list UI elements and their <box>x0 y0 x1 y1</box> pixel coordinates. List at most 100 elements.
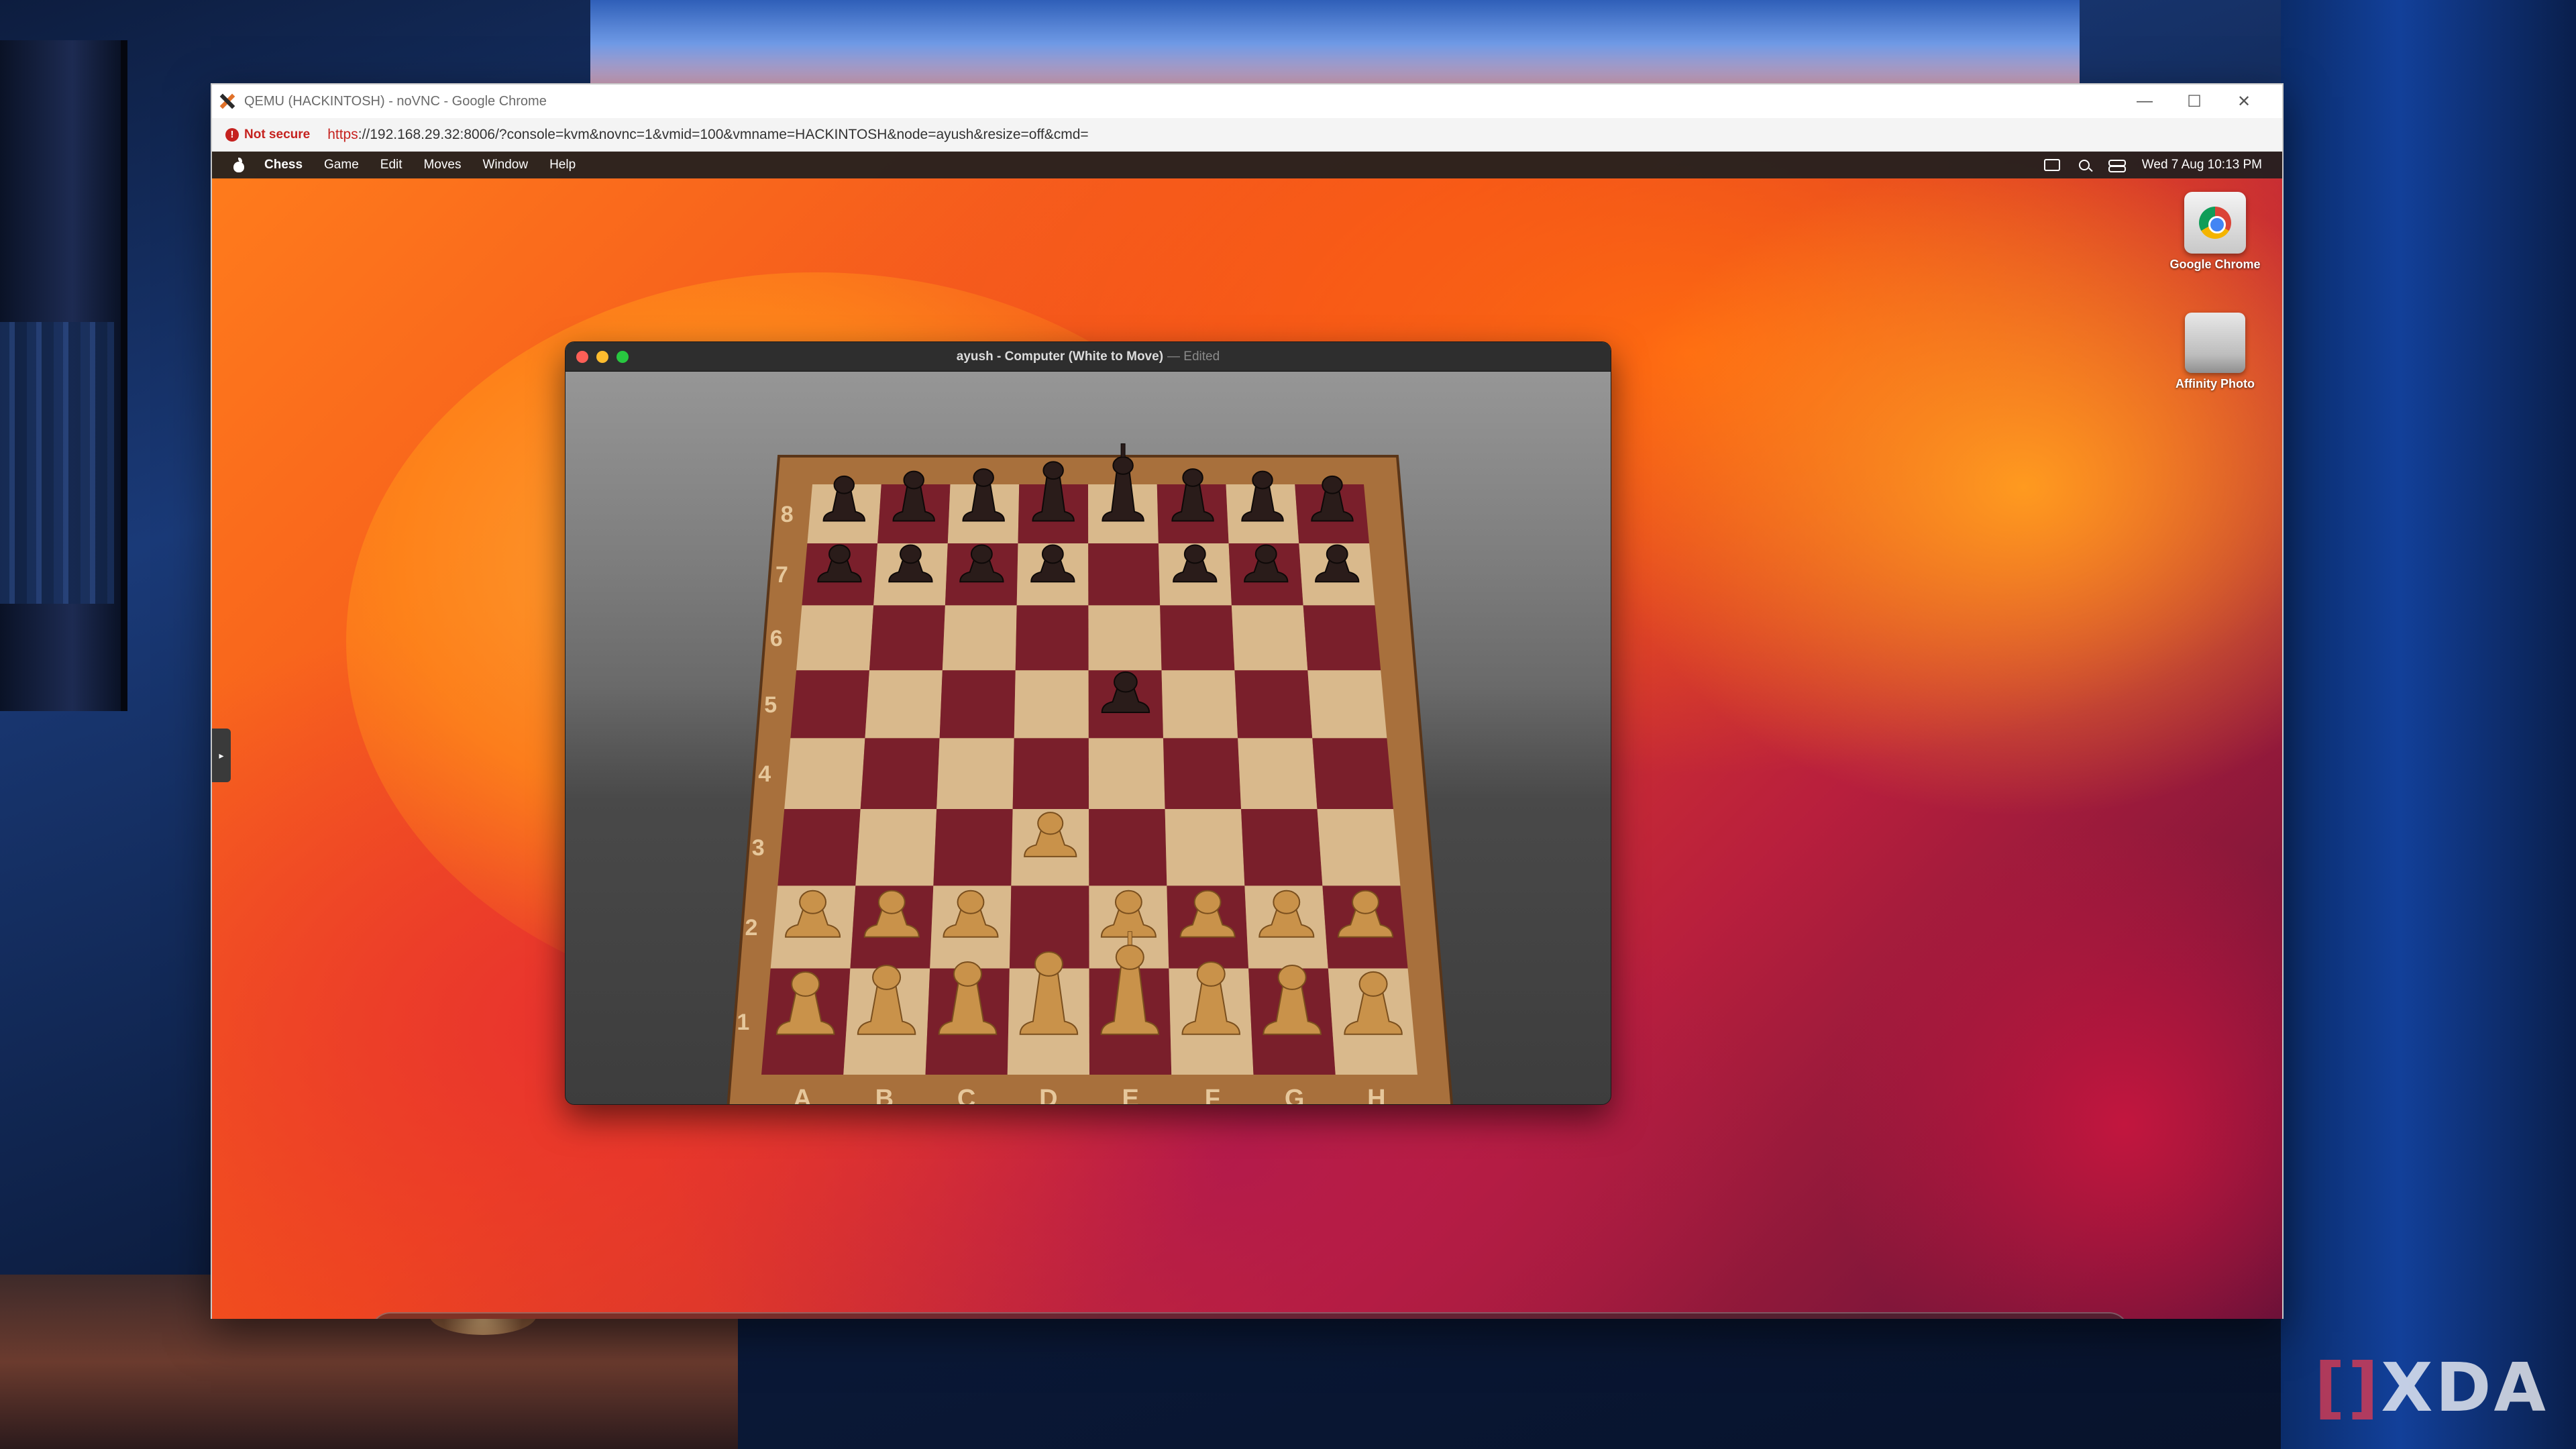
hard-drive-icon <box>2185 313 2245 373</box>
white-pawn-head <box>1114 890 1142 914</box>
board-square <box>1163 738 1242 809</box>
board-square <box>1089 809 1167 886</box>
apple-icon[interactable] <box>232 158 246 172</box>
url-rest: ://192.168.29.32:8006/?console=kvm&novnc… <box>358 126 1089 142</box>
control-center-icon[interactable] <box>2108 160 2126 172</box>
board-square <box>796 605 874 671</box>
url-text[interactable]: https://192.168.29.32:8006/?console=kvm&… <box>327 127 1089 143</box>
desktop-icon-label: Google Chrome <box>2169 258 2261 271</box>
security-indicator[interactable]: ! Not secure <box>225 127 310 142</box>
menu-moves[interactable]: Moves <box>424 158 462 172</box>
desktop-icon-google-chrome[interactable]: Google Chrome <box>2161 192 2269 272</box>
edited-indicator: — Edited <box>1167 349 1220 364</box>
black-bishop-head <box>1182 468 1203 487</box>
board-square <box>855 809 937 886</box>
file-label: D <box>1039 1085 1057 1105</box>
vnc-screen[interactable]: ▸ Chess Game Edit Moves Window Help Wed … <box>212 152 2282 1319</box>
close-window-button[interactable] <box>576 351 588 363</box>
background-sky <box>590 0 2080 87</box>
board-square <box>1238 738 1318 809</box>
board-square <box>1014 670 1089 739</box>
desktop-icon-label: Affinity Photo <box>2176 377 2255 390</box>
white-king-head <box>1115 944 1144 970</box>
file-label: A <box>793 1085 811 1105</box>
watermark-text: XDA <box>2381 1348 2548 1427</box>
menu-app-chess[interactable]: Chess <box>264 158 303 172</box>
board-square <box>860 738 940 809</box>
chrome-window: QEMU (HACKINTOSH) - noVNC - Google Chrom… <box>211 83 2284 1319</box>
menu-window[interactable]: Window <box>483 158 529 172</box>
rank-label: 4 <box>758 761 771 787</box>
spotlight-icon[interactable] <box>2078 160 2090 170</box>
file-label: H <box>1367 1085 1385 1105</box>
white-pawn-head <box>1352 890 1379 914</box>
black-pawn-head <box>970 544 993 564</box>
board-square <box>1088 605 1162 671</box>
menu-game[interactable]: Game <box>324 158 359 172</box>
black-knight-head <box>903 470 924 490</box>
mac-menubar: Chess Game Edit Moves Window Help Wed 7 … <box>212 152 2282 178</box>
black-pawn-head <box>1183 544 1206 564</box>
king-cross <box>1127 931 1132 946</box>
board-square <box>777 809 861 886</box>
board-square <box>1312 738 1393 809</box>
file-label: C <box>957 1085 975 1105</box>
chess-window: ayush - Computer (White to Move) — Edite… <box>565 341 1611 1105</box>
chrome-logo-icon <box>2199 207 2231 239</box>
zoom-window-button[interactable] <box>616 351 629 363</box>
minimize-window-button[interactable] <box>596 351 608 363</box>
board-square <box>1234 670 1313 739</box>
menu-edit[interactable]: Edit <box>380 158 402 172</box>
desktop-icon-affinity-photo[interactable]: Affinity Photo <box>2161 313 2269 391</box>
menu-help[interactable]: Help <box>549 158 576 172</box>
file-label: F <box>1205 1085 1220 1105</box>
rank-label: 5 <box>764 692 777 718</box>
white-knight-head <box>1277 964 1307 990</box>
board-square <box>942 605 1017 671</box>
rank-label: 1 <box>737 1010 749 1035</box>
chrome-titlebar: QEMU (HACKINTOSH) - noVNC - Google Chrom… <box>212 85 2282 118</box>
background-city <box>0 322 114 604</box>
board-square <box>1012 738 1089 809</box>
chess-titlebar[interactable]: ayush - Computer (White to Move) — Edite… <box>566 342 1611 372</box>
window-controls: — ☐ ✕ <box>2120 85 2269 118</box>
rank-label: 6 <box>770 626 783 651</box>
minimize-button[interactable]: — <box>2120 85 2169 118</box>
rank-label: 8 <box>781 502 794 527</box>
white-pawn-head <box>1037 812 1064 835</box>
white-knight-head <box>872 964 902 990</box>
qemu-icon <box>217 91 237 111</box>
maximize-button[interactable]: ☐ <box>2169 85 2219 118</box>
rank-label: 7 <box>775 562 788 588</box>
close-button[interactable]: ✕ <box>2219 85 2269 118</box>
warning-icon: ! <box>225 127 239 142</box>
white-rook-head <box>791 971 820 997</box>
url-scheme: https <box>327 126 358 142</box>
chrome-drive-icon <box>2184 192 2246 254</box>
white-bishop-head <box>953 961 983 987</box>
board-square <box>939 670 1016 739</box>
black-knight-head <box>1252 470 1273 490</box>
board-square <box>936 738 1014 809</box>
white-pawn-head <box>957 890 985 914</box>
chess-board[interactable]: A B C D E F G H 8 7 6 5 4 3 2 1 <box>566 372 1611 1105</box>
board-square <box>1317 809 1401 886</box>
black-pawn-head <box>1254 544 1277 564</box>
board-square <box>933 809 1013 886</box>
chess-board-area[interactable]: A B C D E F G H 8 7 6 5 4 3 2 1 <box>566 372 1611 1105</box>
black-pawn-head <box>828 544 851 564</box>
board-square <box>1088 738 1165 809</box>
black-king-head <box>1112 456 1134 475</box>
wallpaper-swirl-secondary <box>1822 822 2282 1319</box>
novnc-sidebar-handle[interactable]: ▸ <box>212 729 231 782</box>
white-pawn-head <box>799 890 827 914</box>
file-label: G <box>1285 1085 1305 1105</box>
screen-mirroring-icon[interactable] <box>2043 159 2060 171</box>
black-pawn-head <box>899 544 922 564</box>
black-bishop-head <box>973 468 994 487</box>
chess-window-title: ayush - Computer (White to Move) <box>956 349 1164 364</box>
white-pawn-head <box>1273 890 1301 914</box>
menubar-clock[interactable]: Wed 7 Aug 10:13 PM <box>2142 158 2262 172</box>
address-bar[interactable]: ! Not secure https://192.168.29.32:8006/… <box>212 118 2282 152</box>
black-pawn-head <box>1041 544 1064 564</box>
